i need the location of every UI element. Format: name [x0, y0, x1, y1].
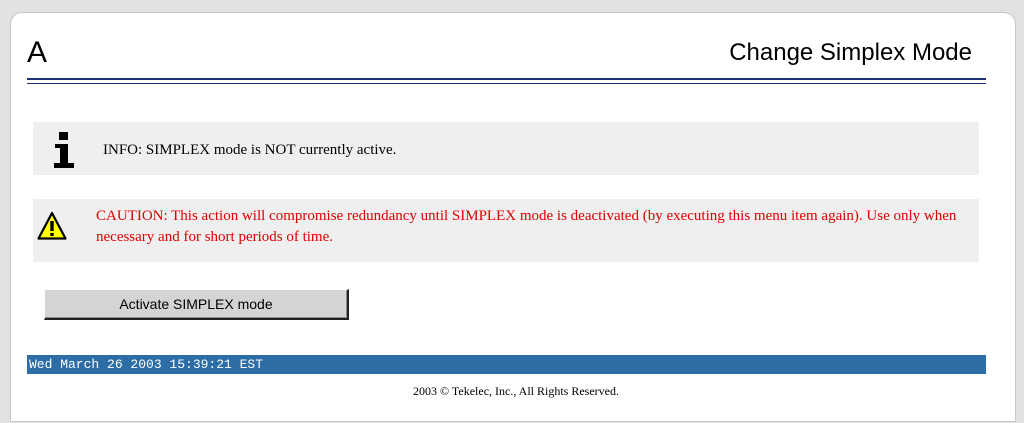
status-bar: Wed March 26 2003 15:39:21 EST	[27, 355, 986, 374]
caution-message: CAUTION: This action will compromise red…	[33, 199, 979, 262]
page-title: Change Simplex Mode	[729, 39, 972, 66]
copyright-text: 2003 © Tekelec, Inc., All Rights Reserve…	[412, 384, 619, 398]
header-rule	[27, 78, 986, 80]
warning-triangle-icon	[37, 211, 67, 240]
info-message: INFO: SIMPLEX mode is NOT currently acti…	[33, 122, 979, 175]
activate-simplex-button[interactable]: Activate SIMPLEX mode	[44, 289, 349, 320]
status-datetime: Wed March 26 2003 15:39:21 EST	[29, 357, 264, 372]
info-icon	[54, 132, 74, 168]
caution-text: CAUTION: This action will compromise red…	[96, 208, 957, 245]
header-rule-thin	[27, 83, 986, 84]
page-header: A Change Simplex Mode	[27, 36, 987, 76]
info-text: INFO: SIMPLEX mode is NOT currently acti…	[103, 142, 397, 158]
footer: 2003 © Tekelec, Inc., All Rights Reserve…	[0, 383, 1024, 399]
logo: A	[27, 36, 48, 69]
